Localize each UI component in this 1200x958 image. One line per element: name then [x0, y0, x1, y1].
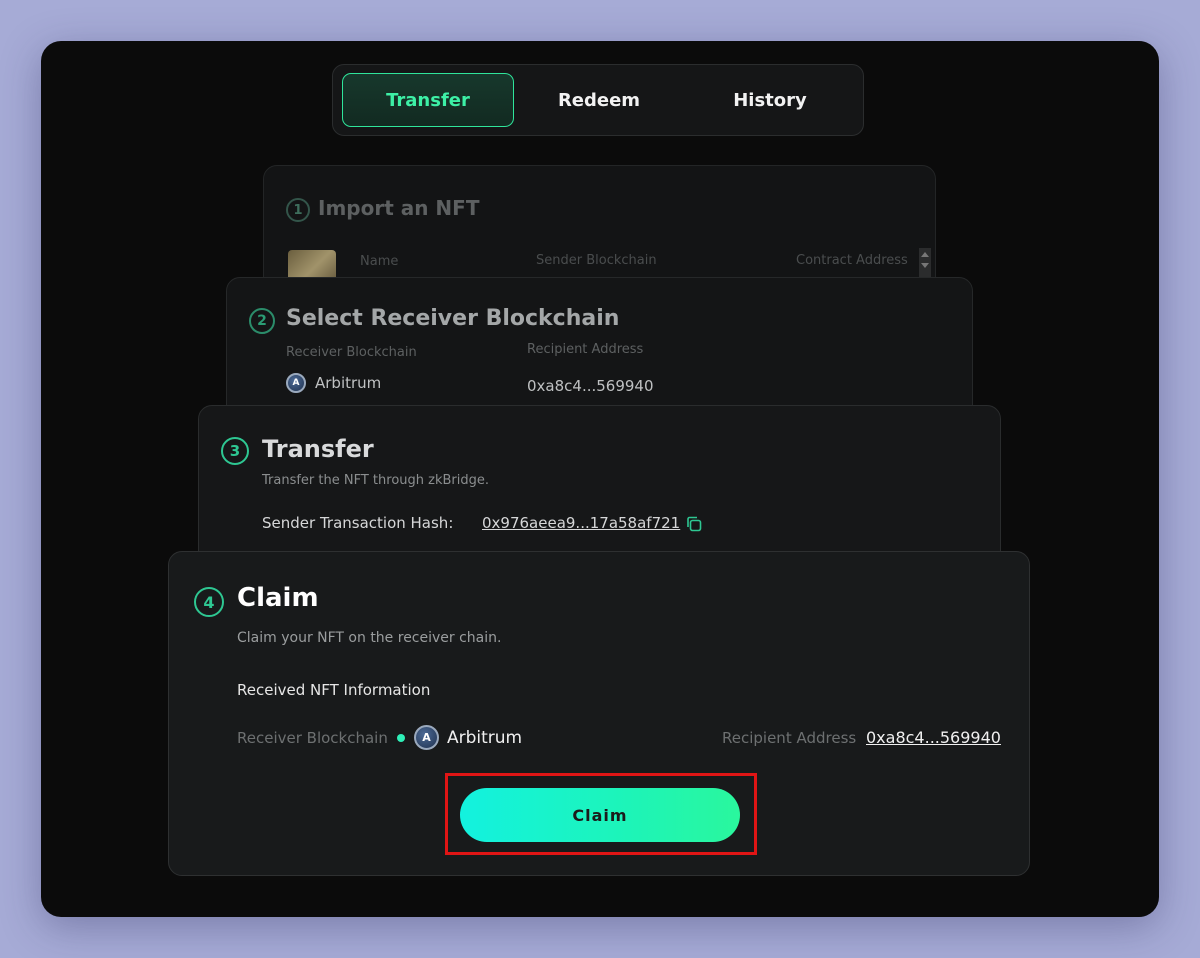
recipient-address-link[interactable]: 0xa8c4...569940	[866, 728, 1001, 747]
recipient-address-value: 0xa8c4...569940	[527, 377, 654, 395]
receiver-blockchain-label: Receiver Blockchain	[237, 729, 388, 747]
receiver-blockchain-value: Arbitrum	[315, 374, 382, 392]
step-number: 3	[221, 437, 249, 465]
arbitrum-icon: A	[286, 373, 306, 393]
sender-hash-link[interactable]: 0x976aeea9...17a58af721	[482, 514, 680, 532]
claim-button[interactable]: Claim	[460, 788, 740, 842]
step-number: 1	[286, 198, 310, 222]
column-name: Name	[360, 254, 399, 269]
step-subtitle: Transfer the NFT through zkBridge.	[262, 473, 489, 488]
receiver-blockchain-value: Arbitrum	[447, 728, 523, 748]
received-nft-info-heading: Received NFT Information	[237, 681, 431, 699]
column-contract-address: Contract Address	[796, 253, 908, 268]
tab-transfer[interactable]: Transfer	[342, 73, 514, 127]
step-subtitle: Claim your NFT on the receiver chain.	[237, 630, 502, 646]
receiver-blockchain-label: Receiver Blockchain	[286, 345, 417, 360]
app-window: Transfer Redeem History 1 Import an NFT …	[41, 41, 1159, 917]
step-claim-card: 4 Claim Claim your NFT on the receiver c…	[168, 551, 1030, 876]
recipient-address-label: Recipient Address	[722, 729, 857, 747]
recipient-address-label: Recipient Address	[527, 342, 644, 357]
sender-hash-label: Sender Transaction Hash:	[262, 514, 454, 532]
scroll-up-icon[interactable]	[921, 252, 929, 257]
arbitrum-icon: A	[414, 725, 439, 750]
copy-icon[interactable]	[685, 515, 703, 533]
step-number: 2	[249, 308, 275, 334]
step-title: Claim	[237, 583, 319, 613]
tab-bar: Transfer Redeem History	[332, 64, 864, 136]
tab-redeem[interactable]: Redeem	[513, 73, 685, 127]
status-dot	[397, 734, 405, 742]
scroll-down-icon[interactable]	[921, 263, 929, 268]
tab-history[interactable]: History	[684, 73, 856, 127]
scrollbar[interactable]	[919, 248, 931, 278]
step-number: 4	[194, 587, 224, 617]
column-sender-blockchain: Sender Blockchain	[536, 253, 657, 268]
step-title: Import an NFT	[318, 196, 480, 220]
step-title: Select Receiver Blockchain	[286, 306, 620, 331]
step-title: Transfer	[262, 435, 374, 463]
